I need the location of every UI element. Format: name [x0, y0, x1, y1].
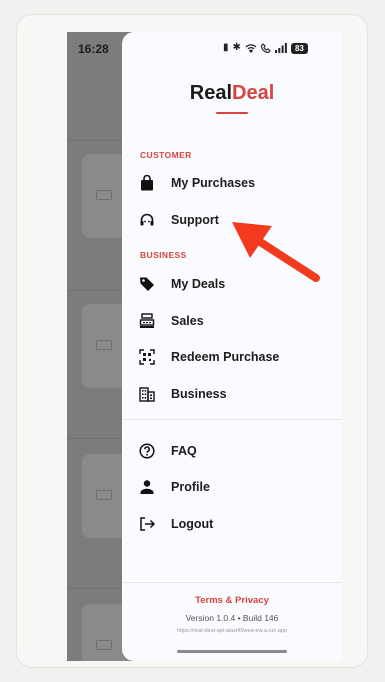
status-icons: ▮ ✱ 83	[223, 42, 308, 54]
menu-item-redeem-purchase[interactable]: Redeem Purchase	[138, 343, 326, 371]
qr-scan-icon	[138, 348, 156, 366]
menu-item-label: Redeem Purchase	[171, 350, 280, 364]
menu-item-label: Support	[171, 213, 219, 227]
section-header-customer: CUSTOMER	[140, 150, 192, 160]
image-placeholder-icon	[96, 340, 112, 350]
headset-icon	[138, 211, 156, 229]
menu-divider	[122, 419, 342, 420]
signal-icon	[274, 43, 287, 53]
menu-item-label: FAQ	[171, 444, 197, 458]
annotation-arrow-icon	[232, 222, 320, 282]
person-icon	[138, 478, 156, 496]
call-icon	[260, 43, 271, 53]
terms-privacy-link[interactable]: Terms & Privacy	[122, 595, 342, 606]
home-indicator[interactable]	[177, 650, 287, 653]
logout-icon	[138, 515, 156, 533]
api-url-text: https://real-deal-api-alazt45wea-ew.a.ru…	[176, 628, 288, 634]
help-circle-icon	[138, 442, 156, 460]
menu-item-my-purchases[interactable]: My Purchases	[138, 169, 326, 197]
vibrate-icon: ▮	[223, 42, 229, 53]
image-placeholder-icon	[96, 490, 112, 500]
building-icon	[138, 385, 156, 403]
cash-register-icon	[138, 312, 156, 330]
phone-screen: 16:28 ▮ ✱ 83 RealDeal CUSTOMER My Purcha…	[67, 32, 342, 661]
menu-item-label: My Purchases	[171, 176, 256, 190]
background-divider	[67, 290, 123, 291]
section-header-business: BUSINESS	[140, 250, 187, 260]
menu-item-business[interactable]: Business	[138, 380, 326, 408]
logo-accent: Deal	[232, 82, 275, 104]
menu-item-sales[interactable]: Sales	[138, 307, 326, 335]
bluetooth-icon: ✱	[232, 42, 241, 53]
menu-item-profile[interactable]: Profile	[138, 473, 326, 501]
app-logo: RealDeal	[122, 82, 342, 105]
background-divider	[67, 588, 123, 589]
wifi-icon	[245, 44, 257, 53]
menu-item-label: Logout	[171, 517, 214, 531]
background-divider	[67, 438, 123, 439]
version-text: Version 1.0.4 • Build 146	[185, 613, 279, 623]
menu-item-label: Profile	[171, 480, 210, 494]
menu-item-faq[interactable]: FAQ	[138, 437, 326, 465]
battery-icon: 83	[290, 42, 308, 54]
status-time: 16:28	[78, 42, 109, 56]
footer-divider	[122, 582, 342, 583]
menu-item-label: Business	[171, 387, 227, 401]
menu-item-logout[interactable]: Logout	[138, 510, 326, 538]
menu-item-label: My Deals	[171, 277, 226, 291]
tag-icon	[138, 275, 156, 293]
logo-underline	[216, 112, 248, 114]
image-placeholder-icon	[96, 190, 112, 200]
logo-primary: Real	[189, 82, 232, 104]
navigation-drawer: ▮ ✱ 83 RealDeal CUSTOMER My Purchases Su…	[122, 32, 342, 661]
image-placeholder-icon	[96, 640, 112, 650]
background-divider	[67, 140, 123, 141]
menu-item-label: Sales	[171, 314, 204, 328]
shopping-bag-icon	[138, 174, 156, 192]
